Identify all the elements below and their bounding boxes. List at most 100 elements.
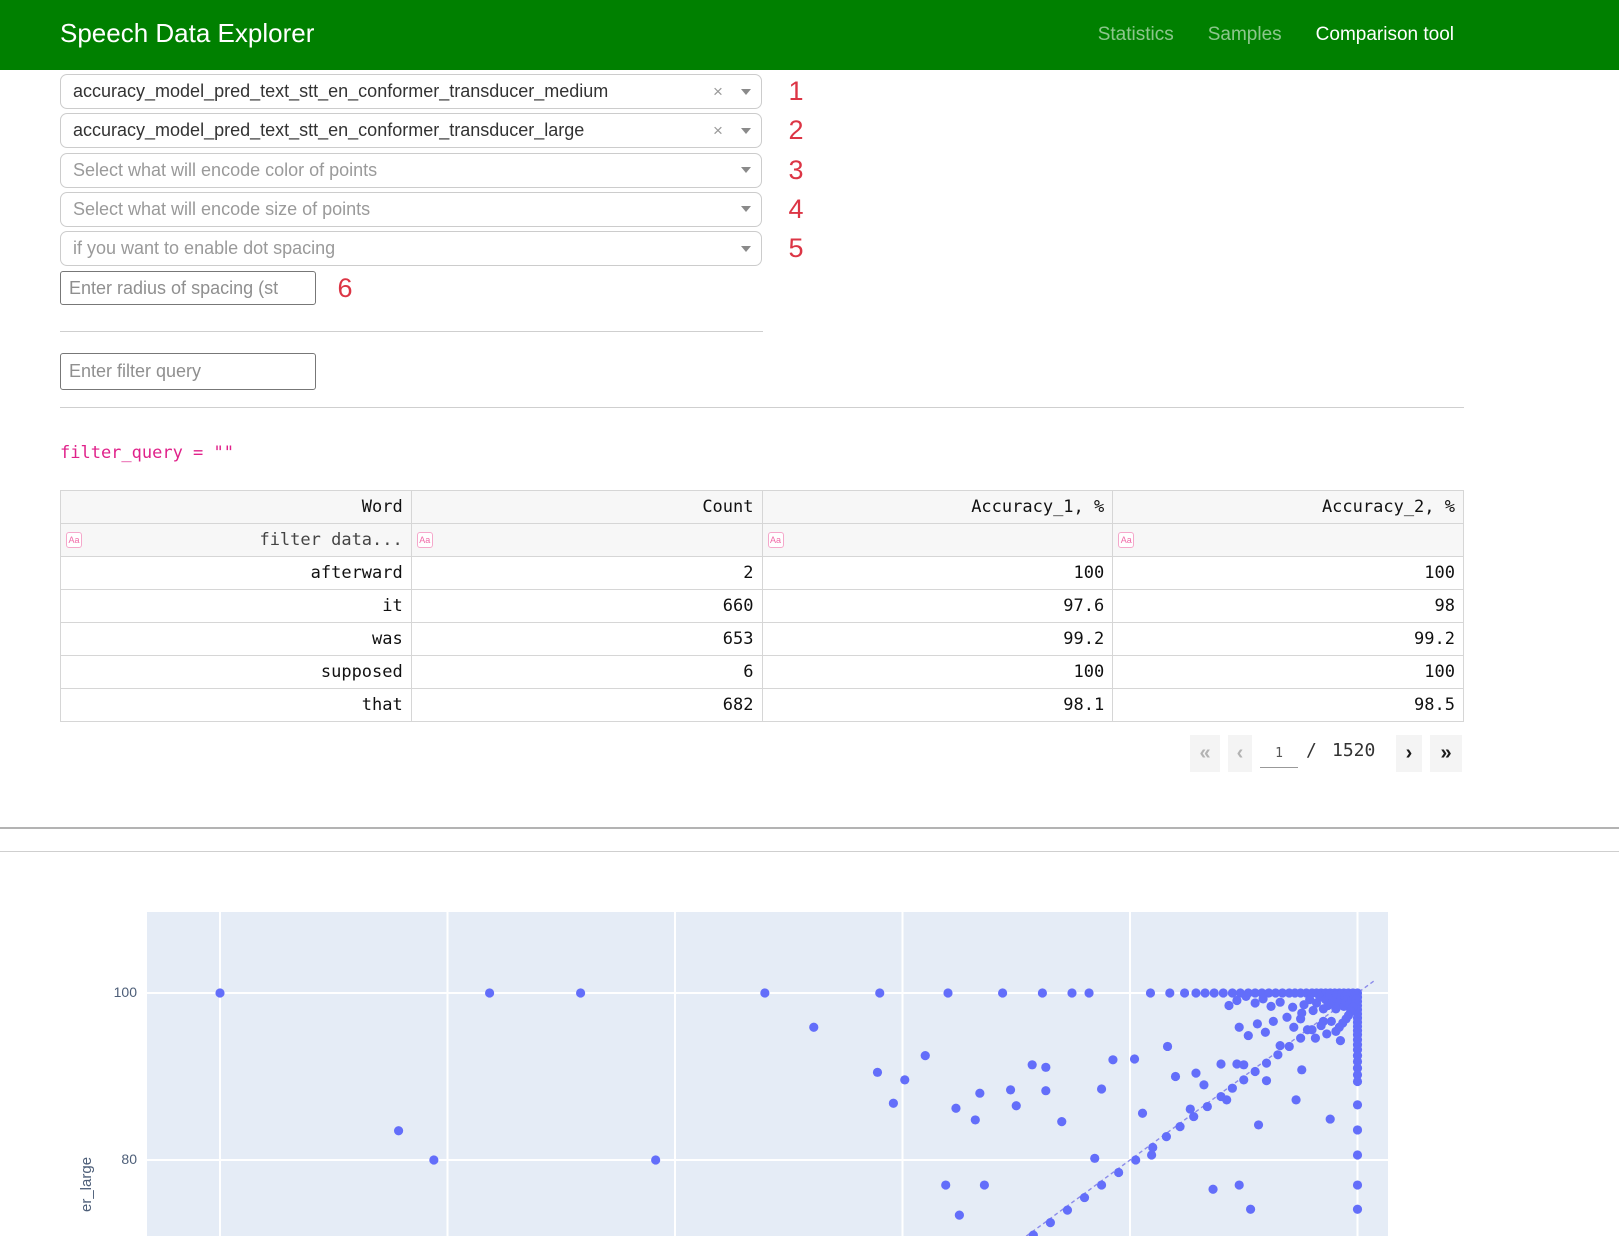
scatter-point[interactable] — [1246, 1205, 1255, 1214]
scatter-point[interactable] — [1326, 1114, 1335, 1123]
scatter-point[interactable] — [1046, 1218, 1055, 1227]
scatter-point[interactable] — [921, 1051, 930, 1060]
scatter-point[interactable] — [1261, 1028, 1270, 1037]
scatter-point[interactable] — [955, 1211, 964, 1220]
scatter-point[interactable] — [998, 988, 1007, 997]
scatter-point[interactable] — [1097, 1180, 1106, 1189]
scatter-point[interactable] — [1331, 1027, 1340, 1036]
dropdown-select-4[interactable]: Select what will encode size of points — [60, 192, 762, 227]
scatter-point[interactable] — [1353, 1077, 1362, 1086]
dropdown-select-2[interactable]: accuracy_model_pred_text_stt_en_conforme… — [60, 113, 762, 148]
scatter-point[interactable] — [1165, 988, 1174, 997]
scatter-point[interactable] — [1239, 1075, 1248, 1084]
scatter-point[interactable] — [1353, 1180, 1362, 1189]
scatter-point[interactable] — [1353, 1125, 1362, 1134]
scatter-point[interactable] — [1130, 1054, 1139, 1063]
scatter-point[interactable] — [943, 988, 952, 997]
scatter-point[interactable] — [1276, 998, 1285, 1007]
last-page-button[interactable]: » — [1430, 735, 1462, 772]
scatter-point[interactable] — [1241, 992, 1250, 1001]
scatter-point[interactable] — [975, 1089, 984, 1098]
scatter-point[interactable] — [1228, 1084, 1237, 1093]
scatter-point[interactable] — [1199, 1080, 1208, 1089]
clear-icon[interactable]: × — [705, 82, 731, 102]
case-sensitivity-icon[interactable]: Aa — [1118, 532, 1134, 548]
scatter-point[interactable] — [1224, 1001, 1233, 1010]
filter-query-input[interactable] — [60, 353, 316, 390]
radius-of-spacing-input[interactable] — [60, 271, 316, 305]
scatter-point[interactable] — [760, 988, 769, 997]
scatter-point[interactable] — [1006, 1085, 1015, 1094]
scatter-point[interactable] — [1114, 1168, 1123, 1177]
scatter-point[interactable] — [1038, 988, 1047, 997]
scatter-point[interactable] — [1269, 1017, 1278, 1026]
scatter-point[interactable] — [1063, 1206, 1072, 1215]
scatter-point[interactable] — [1012, 1101, 1021, 1110]
page-number-input[interactable] — [1260, 739, 1298, 768]
nav-link-comparison-tool[interactable]: Comparison tool — [1316, 24, 1454, 46]
scatter-point[interactable] — [1317, 1021, 1326, 1030]
scatter-point[interactable] — [1353, 1150, 1362, 1159]
scatter-point[interactable] — [1266, 1002, 1275, 1011]
scatter-point[interactable] — [1258, 994, 1267, 1003]
scatter-point[interactable] — [1080, 1193, 1089, 1202]
scatter-point[interactable] — [1291, 1095, 1300, 1104]
scatter-point[interactable] — [1253, 1019, 1262, 1028]
scatter-point[interactable] — [1251, 1067, 1260, 1076]
scatter-point[interactable] — [1254, 1120, 1263, 1129]
scatter-point[interactable] — [1244, 1031, 1253, 1040]
scatter-point[interactable] — [1191, 1069, 1200, 1078]
scatter-point[interactable] — [1232, 996, 1241, 1005]
scatter-point[interactable] — [1138, 1109, 1147, 1118]
scatter-point[interactable] — [1097, 1084, 1106, 1093]
scatter-point[interactable] — [1163, 1042, 1172, 1051]
scatter-point[interactable] — [1219, 988, 1228, 997]
scatter-point[interactable] — [1090, 1154, 1099, 1163]
prev-page-button[interactable]: ‹ — [1228, 735, 1252, 772]
scatter-point[interactable] — [1296, 1033, 1305, 1042]
scatter-point[interactable] — [1353, 1205, 1362, 1214]
scatter-point[interactable] — [1235, 1023, 1244, 1032]
scatter-point[interactable] — [809, 1023, 818, 1032]
dropdown-select-1[interactable]: accuracy_model_pred_text_stt_en_conforme… — [60, 74, 762, 109]
scatter-point[interactable] — [900, 1075, 909, 1084]
scatter-point[interactable] — [1067, 988, 1076, 997]
scatter-point[interactable] — [1327, 1017, 1336, 1026]
scatter-point[interactable] — [980, 1180, 989, 1189]
scatter-point[interactable] — [1208, 1185, 1217, 1194]
scatter-point[interactable] — [1203, 1102, 1212, 1111]
chevron-down-icon[interactable] — [731, 246, 761, 252]
scatter-point[interactable] — [1273, 1050, 1282, 1059]
accuracy-scatter-plot[interactable] — [147, 912, 1388, 1236]
column-filter-cell[interactable]: Aa — [1113, 524, 1464, 557]
nav-link-statistics[interactable]: Statistics — [1098, 24, 1174, 46]
scatter-point[interactable] — [1276, 1041, 1285, 1050]
scatter-point[interactable] — [1041, 1086, 1050, 1095]
scatter-point[interactable] — [1162, 1132, 1171, 1141]
scatter-point[interactable] — [1084, 988, 1093, 997]
scatter-point[interactable] — [1303, 1025, 1312, 1034]
scatter-point[interactable] — [485, 988, 494, 997]
column-filter-cell[interactable]: Aafilter data... — [61, 524, 412, 557]
chevron-down-icon[interactable] — [731, 128, 761, 134]
scatter-point[interactable] — [1057, 1117, 1066, 1126]
scatter-point[interactable] — [1147, 1150, 1156, 1159]
column-filter-cell[interactable]: Aa — [762, 524, 1113, 557]
scatter-point[interactable] — [1028, 1060, 1037, 1069]
dropdown-select-5[interactable]: if you want to enable dot spacing — [60, 231, 762, 266]
scatter-point[interactable] — [875, 988, 884, 997]
scatter-point[interactable] — [1180, 988, 1189, 997]
nav-link-samples[interactable]: Samples — [1208, 24, 1282, 46]
case-sensitivity-icon[interactable]: Aa — [768, 532, 784, 548]
scatter-point[interactable] — [1191, 988, 1200, 997]
scatter-point[interactable] — [951, 1104, 960, 1113]
scatter-point[interactable] — [1311, 1033, 1320, 1042]
scatter-point[interactable] — [1108, 1055, 1117, 1064]
scatter-point[interactable] — [1200, 988, 1209, 997]
column-filter-cell[interactable]: Aa — [411, 524, 762, 557]
scatter-point[interactable] — [1216, 1059, 1225, 1068]
chevron-down-icon[interactable] — [731, 206, 761, 212]
scatter-point[interactable] — [215, 988, 224, 997]
scatter-point[interactable] — [1322, 1029, 1331, 1038]
dropdown-select-3[interactable]: Select what will encode color of points — [60, 153, 762, 188]
